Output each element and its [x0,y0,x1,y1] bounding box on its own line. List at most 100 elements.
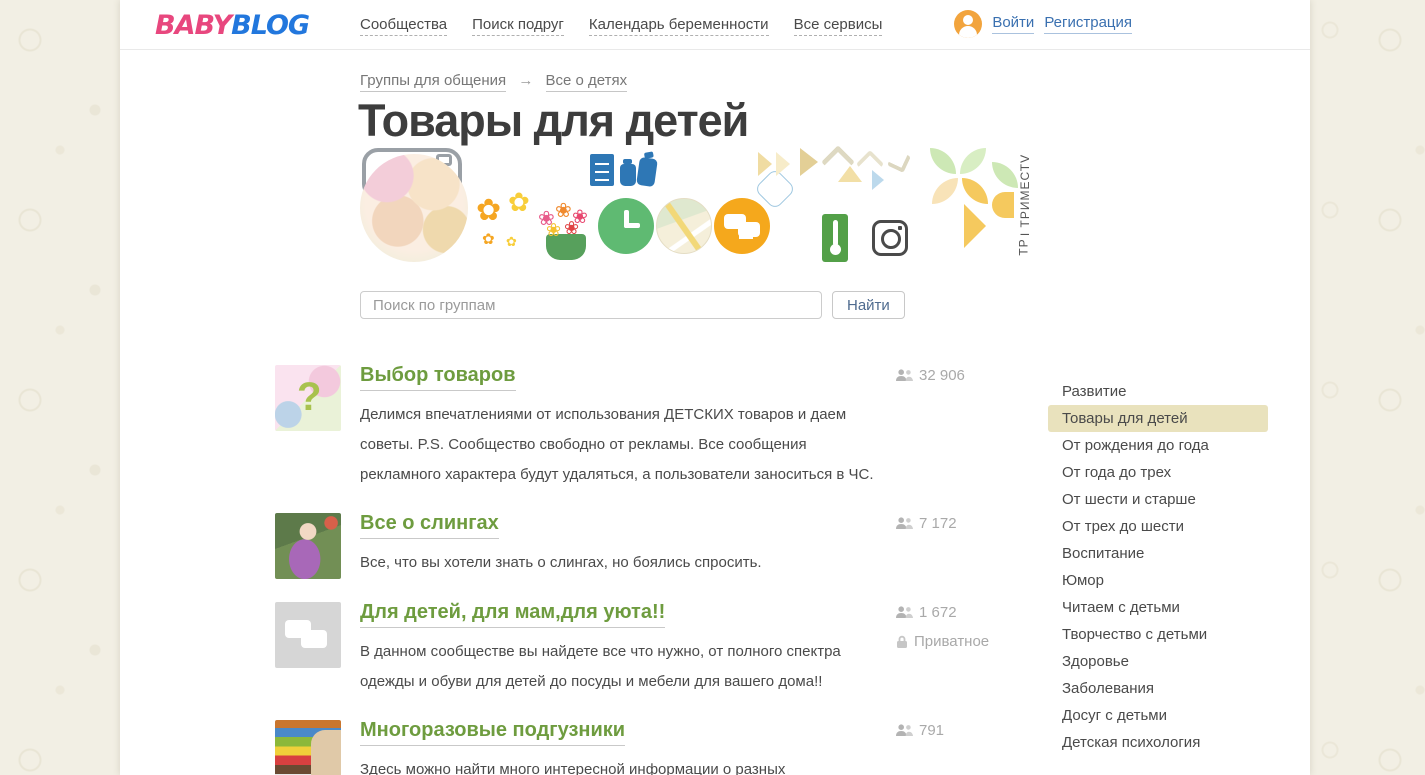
chevron-shape [872,170,884,190]
breadcrumb-all-about-kids-link[interactable]: Все о детях [545,72,628,92]
chevron-shape [776,152,790,176]
category-leisure-with-kids[interactable]: Досуг с детьми [1048,702,1268,729]
bouquet-flower: ❀ [555,198,572,222]
nav-pregnancy-calendar[interactable]: Календарь беременности [588,16,769,36]
members-icon [896,724,913,736]
category-kids-products[interactable]: Товары для детей [1048,405,1268,432]
members-icon [896,606,913,618]
banner-vertical-text: I ТРИМЕСТV [1018,153,1032,237]
register-link[interactable]: Регистрация [1044,14,1132,34]
page-container: BABYBLOG Сообщества Поиск подруг Календа… [120,0,1310,775]
kids-photo [360,154,468,262]
lock-icon [897,635,907,648]
group-list: Выбор товаров Делимся впечатлениями от и… [275,365,1075,775]
pastel-leaf-shape [992,192,1014,218]
nav-communities[interactable]: Сообщества [360,16,448,36]
flower-icon: ✿ [476,193,502,228]
members-count: 1 672 [896,604,1016,621]
group-title-link[interactable]: Все о слингах [360,513,499,539]
group-meta: 791 [896,720,1016,775]
chat-bubbles-icon [714,198,770,254]
category-reading-with-kids[interactable]: Читаем с детьми [1048,594,1268,621]
flower-icon: ✿ [508,188,530,218]
chevron-shape [964,204,986,248]
search-button[interactable]: Найти [832,291,905,319]
breadcrumb-arrow: → [518,72,534,89]
group-thumbnail[interactable] [275,720,341,775]
group-search: Найти [360,291,905,319]
login-link[interactable]: Войти [992,14,1035,34]
group-row: Многоразовые подгузники Здесь можно найт… [275,720,1075,775]
babyblog-logo[interactable]: BABYBLOG [155,10,310,41]
category-birth-to-year[interactable]: От рождения до года [1048,432,1268,459]
group-description: Все, что вы хотели знать о слингах, но б… [360,554,762,571]
instagram-camera-icon [872,220,908,256]
clock-icon [598,198,654,254]
members-count: 7 172 [896,515,1016,532]
category-diseases[interactable]: Заболевания [1048,675,1268,702]
page-title: Товары для детей [358,95,749,146]
members-icon [896,369,913,381]
group-row: Выбор товаров Делимся впечатлениями от и… [275,365,1075,490]
auth-block: Войти Регистрация [954,10,1132,38]
food-jar-icon [636,156,658,188]
flower-icon: ✿ [506,235,517,250]
category-upbringing[interactable]: Воспитание [1048,540,1268,567]
category-sidebar: Развитие Товары для детей От рождения до… [1048,378,1268,756]
triangle-shape [838,166,862,182]
thermometer-icon [822,214,848,262]
group-meta: 32 906 [896,365,1016,490]
nav-all-services[interactable]: Все сервисы [793,16,883,36]
logo-part-blog: BLOG [231,10,310,41]
search-input[interactable] [360,291,822,319]
category-three-to-six[interactable]: От трех до шести [1048,513,1268,540]
category-child-psychology[interactable]: Детская психология [1048,729,1268,756]
bouquet-flower: ❀ [564,218,580,239]
map-icon [656,198,712,254]
user-avatar-icon[interactable] [954,10,983,38]
banner-vertical-text: ТР [1016,238,1031,256]
group-description: Делимся впечатлениями от использования Д… [360,406,874,483]
group-meta: 7 172 [896,513,1016,579]
group-title-link[interactable]: Для детей, для мам,для уюта!! [360,602,666,628]
chevron-shape [887,149,911,173]
chevron-shape [800,148,818,176]
members-count: 791 [896,722,1016,739]
group-description: В данном сообществе вы найдете все что н… [360,643,841,690]
category-health[interactable]: Здоровье [1048,648,1268,675]
private-badge: Приватное [896,633,1016,650]
group-thumbnail[interactable] [275,513,341,579]
flower-icon: ✿ [482,230,495,248]
group-row: Все о слингах Все, что вы хотели знать о… [275,513,1075,579]
pastel-leaf-shape [960,148,986,174]
pastel-leaf-shape [930,148,956,174]
logo-part-baby: BABY [155,10,232,41]
chevron-shape [758,152,772,176]
checklist-icon [590,154,614,186]
group-thumbnail[interactable] [275,365,341,431]
group-row: Для детей, для мам,для уюта!! В данном с… [275,602,1075,697]
members-icon [896,517,913,529]
bouquet-icon: ❀ ❀ ❀ ❀ ❀ [538,200,594,262]
decorative-banner: ✿ ✿ ✿ ✿ ❀ ❀ ❀ ❀ ❀ I ТРИМЕСТV ТР [360,145,1050,270]
group-title-link[interactable]: Многоразовые подгузники [360,720,626,746]
group-description: Здесь можно найти много интересной инфор… [360,761,786,775]
pastel-leaf-shape [992,162,1018,188]
bouquet-flower: ❀ [546,220,562,241]
group-title-link[interactable]: Выбор товаров [360,365,516,391]
site-header: BABYBLOG Сообщества Поиск подруг Календа… [120,0,1310,50]
category-humor[interactable]: Юмор [1048,567,1268,594]
pastel-leaf-shape [932,178,958,204]
group-thumbnail[interactable] [275,602,341,668]
nav-find-friends[interactable]: Поиск подруг [472,16,564,36]
breadcrumb-groups-link[interactable]: Группы для общения [360,72,507,92]
food-jar-icon [620,159,636,186]
group-meta: 1 672 Приватное [896,602,1016,697]
category-one-to-three[interactable]: От года до трех [1048,459,1268,486]
pastel-leaf-shape [962,178,988,204]
members-count: 32 906 [896,367,1016,384]
category-creativity-with-kids[interactable]: Творчество с детьми [1048,621,1268,648]
category-six-and-older[interactable]: От шести и старше [1048,486,1268,513]
main-nav: Сообщества Поиск подруг Календарь береме… [360,16,883,36]
category-development[interactable]: Развитие [1048,378,1268,405]
